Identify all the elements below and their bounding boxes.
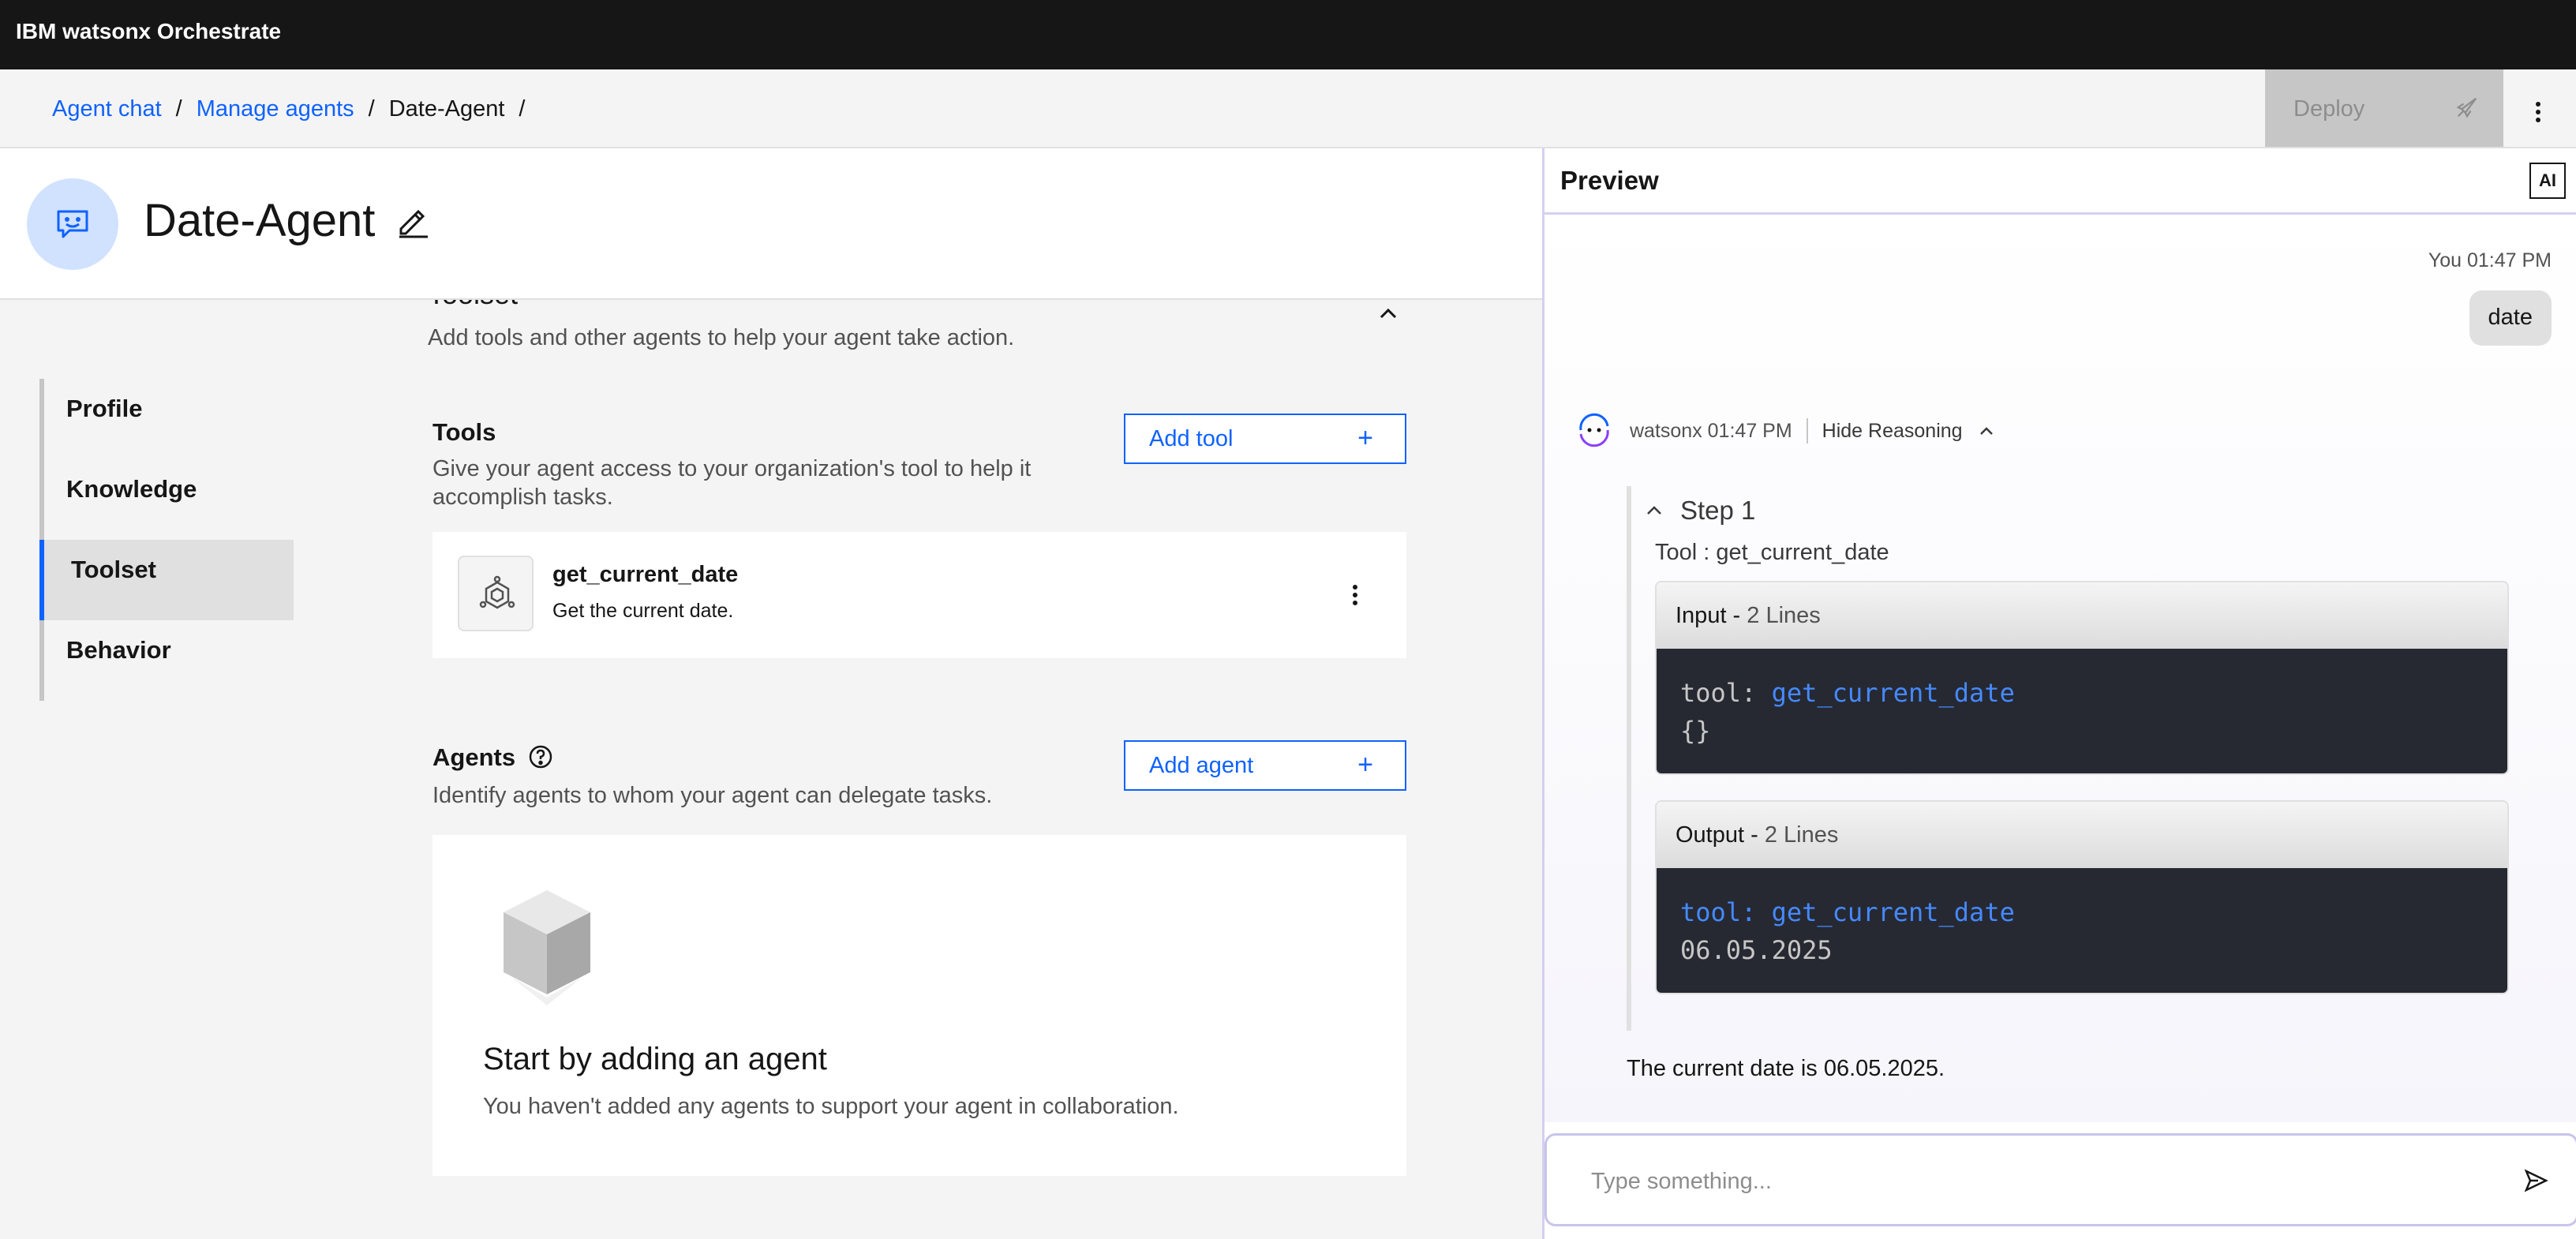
agents-title: Agents bbox=[432, 743, 516, 771]
plus-icon: + bbox=[1357, 750, 1373, 780]
code-value: get_current_date bbox=[1771, 678, 2015, 708]
deploy-label: Deploy bbox=[2293, 96, 2365, 122]
tools-title: Tools bbox=[432, 418, 496, 446]
step-tool-name: Tool : get_current_date bbox=[1655, 540, 1889, 565]
top-bar: IBM watsonx Orchestrate bbox=[0, 0, 2576, 69]
nav-item-behavior[interactable]: Behavior bbox=[44, 620, 298, 701]
nav-item-toolset[interactable]: Toolset bbox=[39, 540, 294, 620]
add-tool-button[interactable]: Add tool + bbox=[1124, 414, 1406, 464]
empty-box-icon bbox=[504, 890, 590, 1005]
agents-description: Identify agents to whom your agent can d… bbox=[432, 783, 993, 808]
input-label: Input - bbox=[1676, 603, 1741, 628]
breadcrumb-separator: / bbox=[368, 96, 375, 122]
output-line-count: 2 Lines bbox=[1764, 822, 1839, 848]
chat-input[interactable]: Type something... bbox=[1544, 1133, 2576, 1226]
code-line: 06.05.2025 bbox=[1680, 935, 1833, 965]
chevron-up-icon bbox=[1647, 506, 1661, 515]
hide-reasoning-link[interactable]: Hide Reasoning bbox=[1822, 420, 1963, 443]
step-toggle[interactable]: Step 1 bbox=[1644, 496, 1755, 526]
step-label: Step 1 bbox=[1680, 496, 1756, 525]
tool-overflow-menu-icon[interactable] bbox=[1343, 579, 1367, 611]
breadcrumb-separator: / bbox=[175, 96, 182, 122]
watsonx-avatar-icon bbox=[1579, 413, 1609, 447]
breadcrumb-separator: / bbox=[519, 96, 526, 122]
output-label: Output - bbox=[1676, 822, 1758, 848]
empty-state-description: You haven't added any agents to support … bbox=[483, 1094, 1179, 1119]
reasoning-rail bbox=[1627, 486, 1631, 1031]
help-icon[interactable] bbox=[527, 743, 554, 770]
hexagon-tool-icon bbox=[479, 575, 515, 609]
chat-transcript: You 01:47 PM date watsonx 01:47 PM Hide … bbox=[1544, 215, 2576, 1122]
overflow-menu-icon[interactable] bbox=[2522, 96, 2554, 128]
preview-panel: Preview AI You 01:47 PM date watsonx 01:… bbox=[1542, 148, 2576, 1239]
tool-icon bbox=[458, 556, 534, 631]
output-code-body: tool: get_current_date 06.05.2025 bbox=[1657, 868, 2507, 993]
config-side-nav: Profile Knowledge Toolset Behavior bbox=[39, 379, 298, 701]
plus-icon: + bbox=[1357, 423, 1373, 453]
deploy-button[interactable]: Deploy bbox=[2265, 69, 2503, 147]
agents-empty-state: Start by adding an agent You haven't add… bbox=[432, 835, 1406, 1176]
breadcrumb-manage-agents[interactable]: Manage agents bbox=[197, 96, 354, 122]
add-agent-label: Add agent bbox=[1149, 753, 1254, 778]
input-code-block: Input - 2 Lines tool: get_current_date {… bbox=[1655, 581, 2509, 775]
ai-badge[interactable]: AI bbox=[2529, 163, 2566, 199]
empty-state-title: Start by adding an agent bbox=[483, 1042, 827, 1076]
nav-item-profile[interactable]: Profile bbox=[44, 379, 298, 459]
breadcrumb-bar: Agent chat / Manage agents / Date-Agent … bbox=[0, 69, 2576, 148]
agent-header: Date-Agent bbox=[0, 148, 1542, 300]
send-icon[interactable] bbox=[2522, 1167, 2549, 1194]
chat-bot-icon bbox=[57, 210, 88, 238]
rocket-icon bbox=[2456, 97, 2477, 118]
app-title[interactable]: IBM watsonx Orchestrate bbox=[16, 19, 281, 44]
input-code-header[interactable]: Input - 2 Lines bbox=[1657, 582, 2507, 649]
code-line: {} bbox=[1680, 716, 1711, 746]
nav-item-knowledge[interactable]: Knowledge bbox=[44, 459, 298, 540]
breadcrumb: Agent chat / Manage agents / Date-Agent … bbox=[52, 96, 539, 122]
bot-sender-time: watsonx 01:47 PM bbox=[1630, 419, 1792, 442]
chevron-up-icon[interactable] bbox=[1977, 421, 1996, 440]
output-code-block: Output - 2 Lines tool: get_current_date … bbox=[1655, 800, 2509, 994]
meta-divider bbox=[1806, 418, 1808, 444]
preview-header: Preview AI bbox=[1544, 148, 2576, 215]
tool-item[interactable]: get_current_date Get the current date. bbox=[432, 532, 1406, 658]
code-line: tool: get_current_date bbox=[1680, 674, 2507, 712]
user-message-bubble: date bbox=[2469, 290, 2552, 346]
user-message-meta: You 01:47 PM bbox=[2428, 249, 2552, 271]
toolset-description: Add tools and other agents to help your … bbox=[428, 325, 1015, 350]
edit-icon[interactable] bbox=[395, 202, 432, 240]
input-line-count: 2 Lines bbox=[1747, 603, 1821, 628]
chevron-up-icon[interactable] bbox=[1375, 300, 1402, 327]
output-code-header[interactable]: Output - 2 Lines bbox=[1657, 802, 2507, 868]
agent-name: Date-Agent bbox=[144, 195, 376, 246]
agent-config-panel: Profile Knowledge Toolset Behavior Tools… bbox=[0, 300, 1542, 1239]
agent-avatar bbox=[27, 178, 118, 270]
input-code-body: tool: get_current_date {} bbox=[1657, 649, 2507, 773]
add-tool-label: Add tool bbox=[1149, 426, 1234, 451]
tool-description: Get the current date. bbox=[552, 600, 734, 622]
toolset-title: Toolset bbox=[428, 300, 518, 311]
chat-input-placeholder: Type something... bbox=[1591, 1169, 1772, 1194]
tools-description: Give your agent access to your organizat… bbox=[432, 456, 1032, 510]
code-line: tool: get_current_date bbox=[1680, 897, 2015, 927]
breadcrumb-current: Date-Agent bbox=[388, 96, 505, 122]
tool-name: get_current_date bbox=[552, 562, 739, 587]
breadcrumb-agent-chat[interactable]: Agent chat bbox=[52, 96, 162, 122]
bot-message-meta: watsonx 01:47 PM Hide Reasoning bbox=[1630, 418, 1996, 444]
preview-title: Preview bbox=[1560, 166, 1659, 195]
bot-answer: The current date is 06.05.2025. bbox=[1627, 1056, 1945, 1081]
add-agent-button[interactable]: Add agent + bbox=[1124, 740, 1406, 791]
code-key: tool: bbox=[1680, 678, 1757, 708]
